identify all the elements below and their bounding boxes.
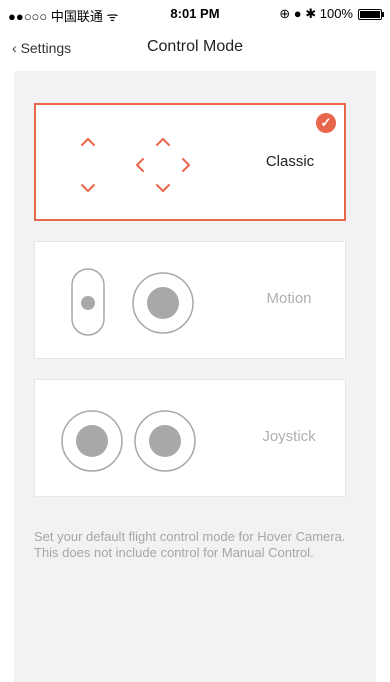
- battery-icon: [358, 8, 384, 20]
- page-title: Control Mode: [146, 38, 244, 55]
- mode-description: Set your default flight control mode for…: [34, 529, 346, 560]
- mode-card-classic[interactable]: Classic ✓: [34, 103, 346, 221]
- nav-bar: ‹ Settings Control Mode: [0, 26, 390, 70]
- classic-controls-icon: [81, 138, 190, 192]
- mode-label-motion: Motion: [266, 290, 312, 307]
- joystick-controls-icon: [61, 410, 196, 472]
- status-indicators: ⊕ ● ✱ 100%: [279, 6, 384, 22]
- mode-label-classic: Classic: [265, 153, 315, 170]
- status-indicator-text: ⊕ ● ✱ 100%: [279, 6, 353, 21]
- status-bar: ●●○○○ 中国联通 ᯤ 8:01 PM ⊕ ● ✱ 100%: [0, 0, 390, 26]
- mode-card-joystick[interactable]: Joystick: [34, 379, 346, 497]
- checkmark-icon: ✓: [316, 113, 336, 133]
- mode-card-motion[interactable]: Motion: [34, 241, 346, 359]
- mode-label-joystick: Joystick: [262, 428, 316, 445]
- motion-controls-icon: [71, 268, 194, 336]
- content-area: Classic ✓ Motion Joystick Set your defau…: [14, 71, 376, 682]
